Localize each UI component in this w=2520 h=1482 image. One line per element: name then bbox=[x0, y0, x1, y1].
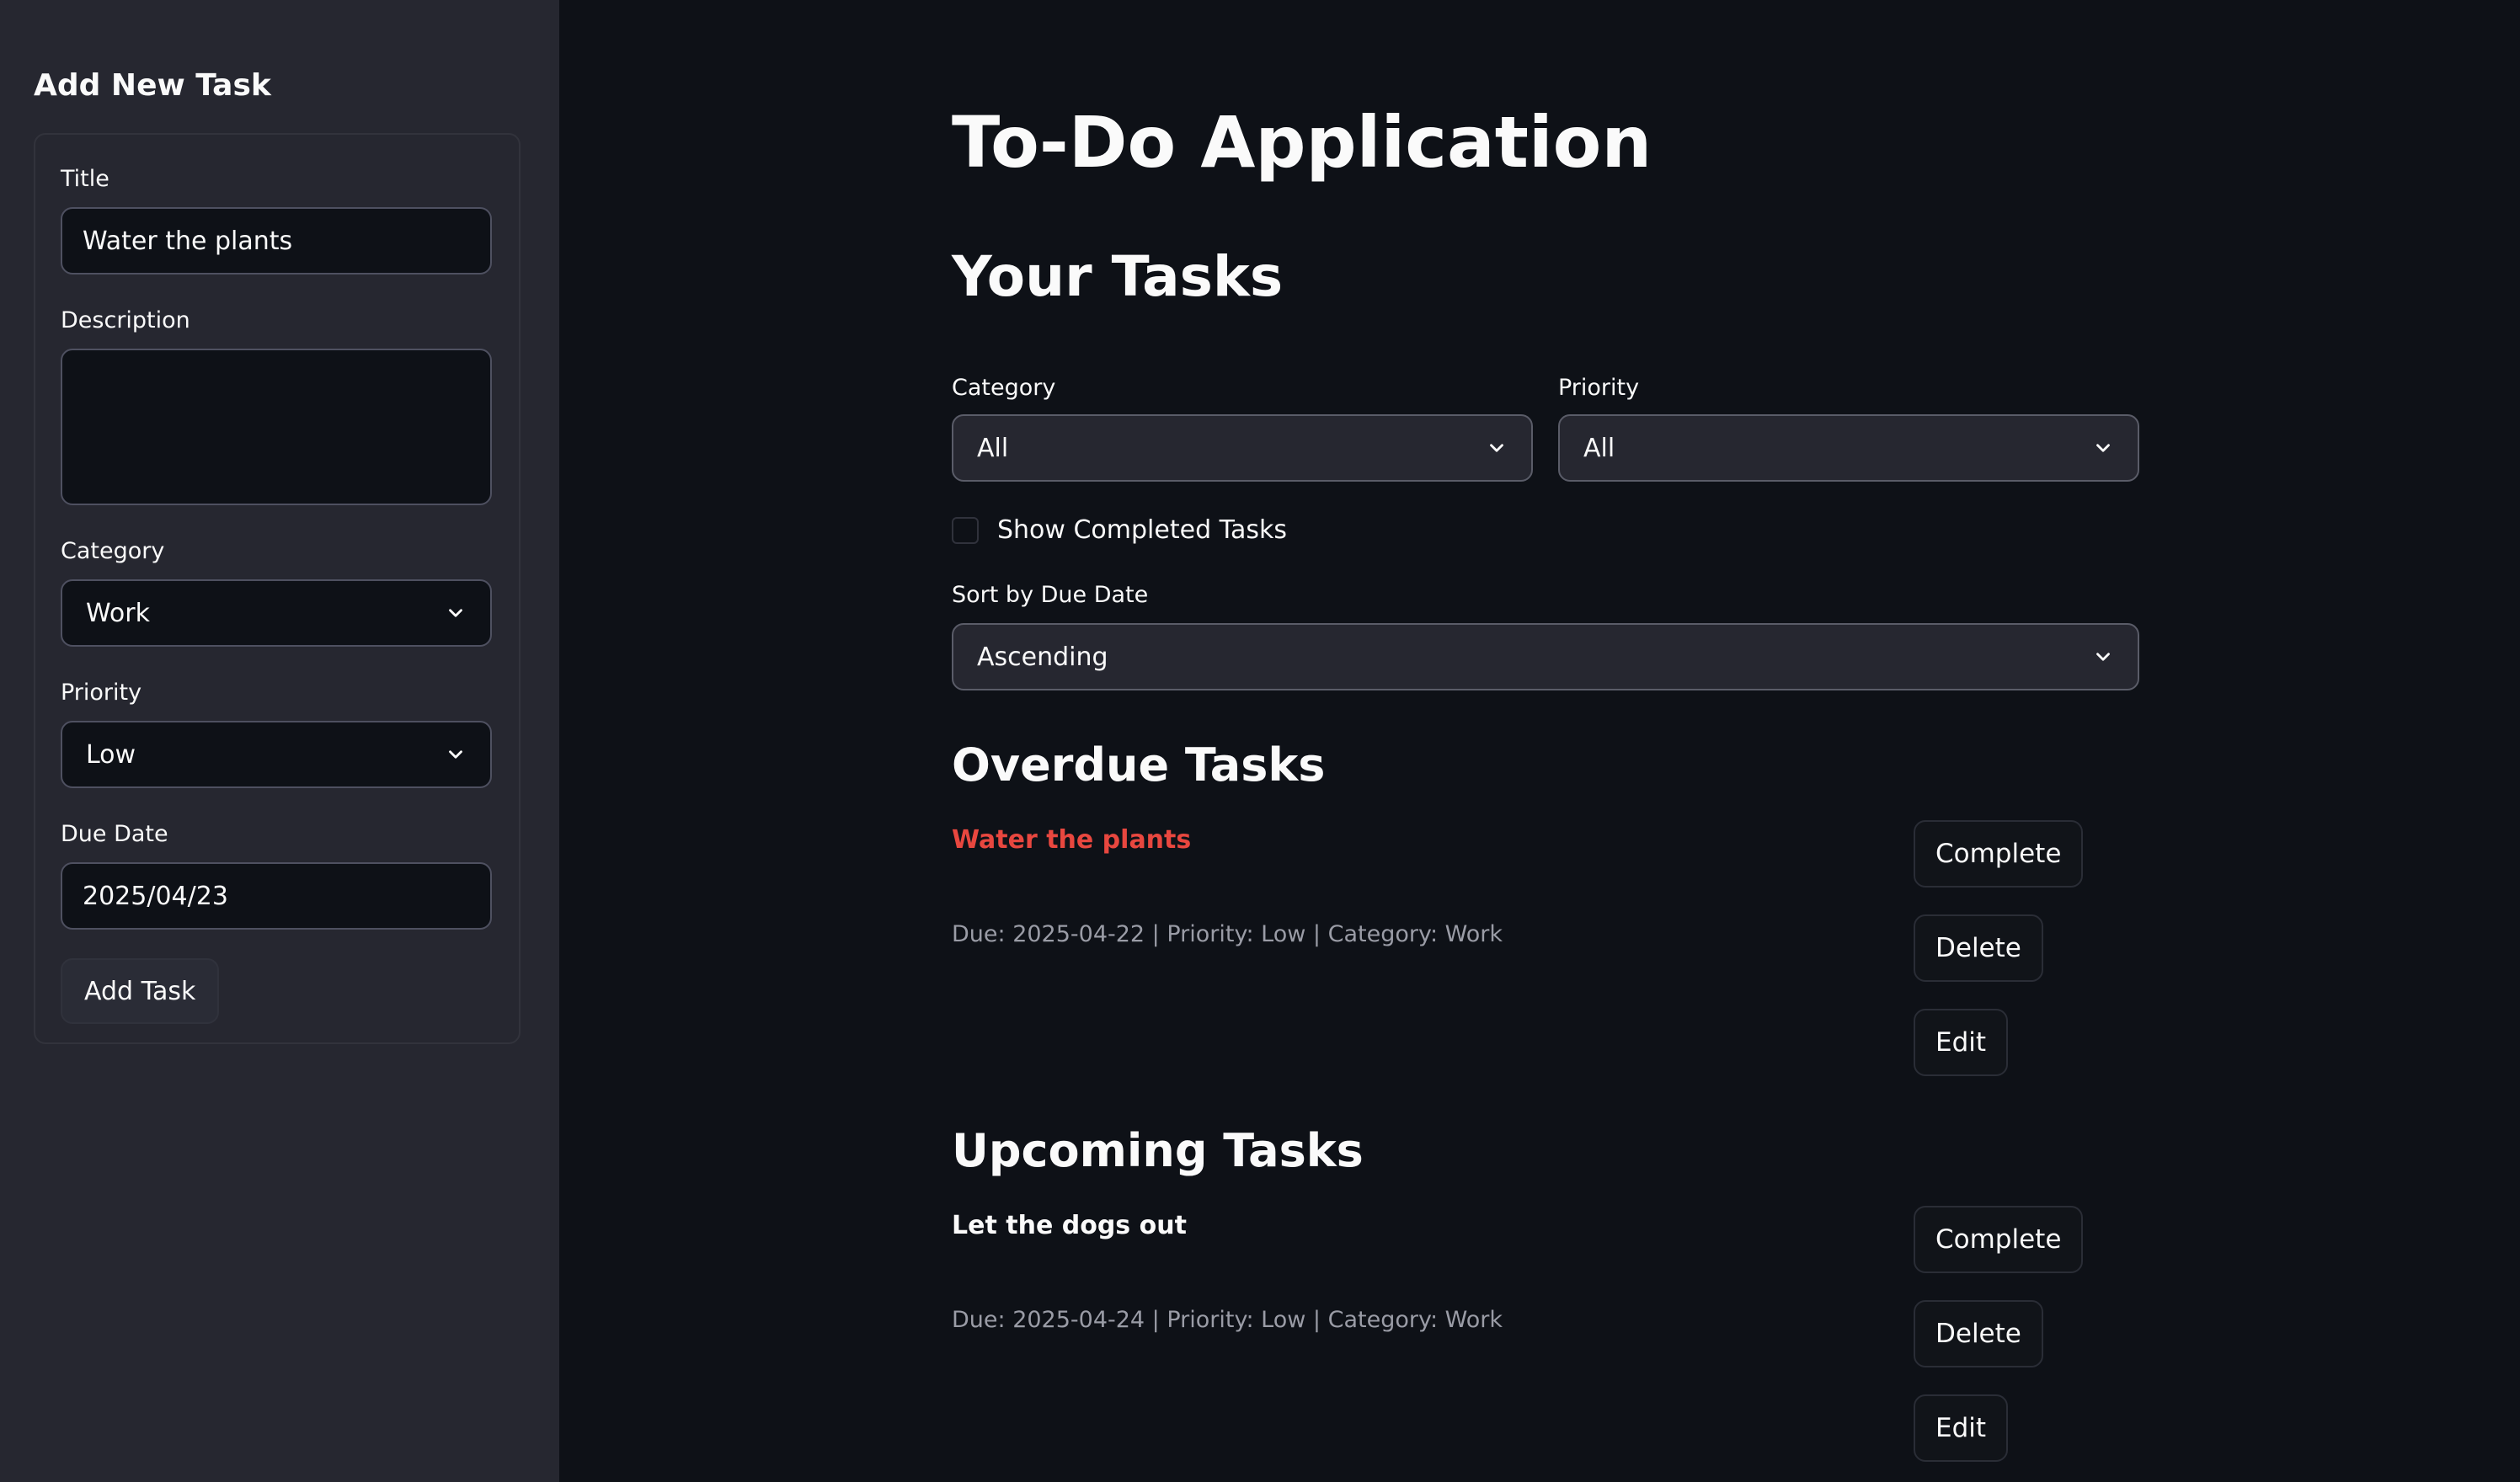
chevron-down-icon bbox=[449, 609, 462, 617]
upcoming-task-title: Let the dogs out bbox=[952, 1211, 1187, 1240]
description-label: Description bbox=[61, 307, 190, 333]
chevron-down-icon bbox=[2096, 444, 2110, 452]
category-label: Category bbox=[61, 538, 165, 564]
sidebar-title: Add New Task bbox=[34, 68, 271, 103]
edit-button-label: Edit bbox=[1935, 1027, 1987, 1058]
category-select[interactable]: Work bbox=[61, 579, 492, 647]
complete-button-label: Complete bbox=[1935, 1224, 2062, 1255]
upcoming-delete-button[interactable]: Delete bbox=[1914, 1300, 2043, 1367]
overdue-delete-button[interactable]: Delete bbox=[1914, 914, 2043, 982]
filter-category-select[interactable]: All bbox=[952, 414, 1533, 482]
filter-category-value: All bbox=[977, 433, 1009, 463]
filter-priority-select[interactable]: All bbox=[1558, 414, 2139, 482]
add-task-button-label: Add Task bbox=[84, 976, 196, 1006]
overdue-task-meta: Due: 2025-04-22 | Priority: Low | Catego… bbox=[952, 921, 1503, 947]
upcoming-heading: Upcoming Tasks bbox=[952, 1124, 1364, 1177]
sort-label: Sort by Due Date bbox=[952, 582, 1149, 608]
page-title: To-Do Application bbox=[952, 101, 1652, 184]
show-completed-label: Show Completed Tasks bbox=[997, 515, 1288, 545]
due-date-input[interactable]: 2025/04/23 bbox=[61, 862, 492, 930]
upcoming-complete-button[interactable]: Complete bbox=[1914, 1206, 2084, 1273]
category-select-value: Work bbox=[86, 598, 150, 628]
title-label: Title bbox=[61, 166, 109, 192]
title-input-value: Water the plants bbox=[83, 226, 293, 256]
filter-priority-value: All bbox=[1583, 433, 1615, 463]
main-content: To-Do Application Your Tasks Category Al… bbox=[559, 0, 2520, 1482]
chevron-down-icon bbox=[449, 750, 462, 759]
show-completed-toggle[interactable]: Show Completed Tasks bbox=[952, 515, 1287, 545]
overdue-edit-button[interactable]: Edit bbox=[1914, 1009, 2009, 1076]
due-date-input-value: 2025/04/23 bbox=[83, 881, 228, 911]
upcoming-task-meta: Due: 2025-04-24 | Priority: Low | Catego… bbox=[952, 1307, 1503, 1333]
sidebar: Add New Task Title Water the plants Desc… bbox=[0, 0, 559, 1482]
app-root: Add New Task Title Water the plants Desc… bbox=[0, 0, 2520, 1482]
priority-select-value: Low bbox=[86, 739, 136, 770]
sort-select-value: Ascending bbox=[977, 642, 1108, 672]
due-date-label: Due Date bbox=[61, 821, 168, 847]
edit-button-label: Edit bbox=[1935, 1413, 1987, 1443]
overdue-complete-button[interactable]: Complete bbox=[1914, 820, 2084, 888]
title-input[interactable]: Water the plants bbox=[61, 207, 492, 275]
chevron-down-icon bbox=[1490, 444, 1503, 452]
description-textarea[interactable] bbox=[61, 349, 492, 505]
section-title: Your Tasks bbox=[952, 244, 1284, 309]
priority-label: Priority bbox=[61, 680, 142, 706]
show-completed-checkbox[interactable] bbox=[952, 516, 979, 544]
add-task-button[interactable]: Add Task bbox=[61, 958, 220, 1024]
sort-select[interactable]: Ascending bbox=[952, 623, 2139, 690]
delete-button-label: Delete bbox=[1935, 933, 2021, 963]
filter-priority-label: Priority bbox=[1558, 375, 1640, 401]
overdue-task-title: Water the plants bbox=[952, 825, 1192, 855]
upcoming-edit-button[interactable]: Edit bbox=[1914, 1394, 2009, 1462]
chevron-down-icon bbox=[2096, 653, 2110, 661]
overdue-heading: Overdue Tasks bbox=[952, 738, 1326, 792]
filter-category-label: Category bbox=[952, 375, 1056, 401]
complete-button-label: Complete bbox=[1935, 839, 2062, 869]
delete-button-label: Delete bbox=[1935, 1319, 2021, 1349]
priority-select[interactable]: Low bbox=[61, 721, 492, 788]
